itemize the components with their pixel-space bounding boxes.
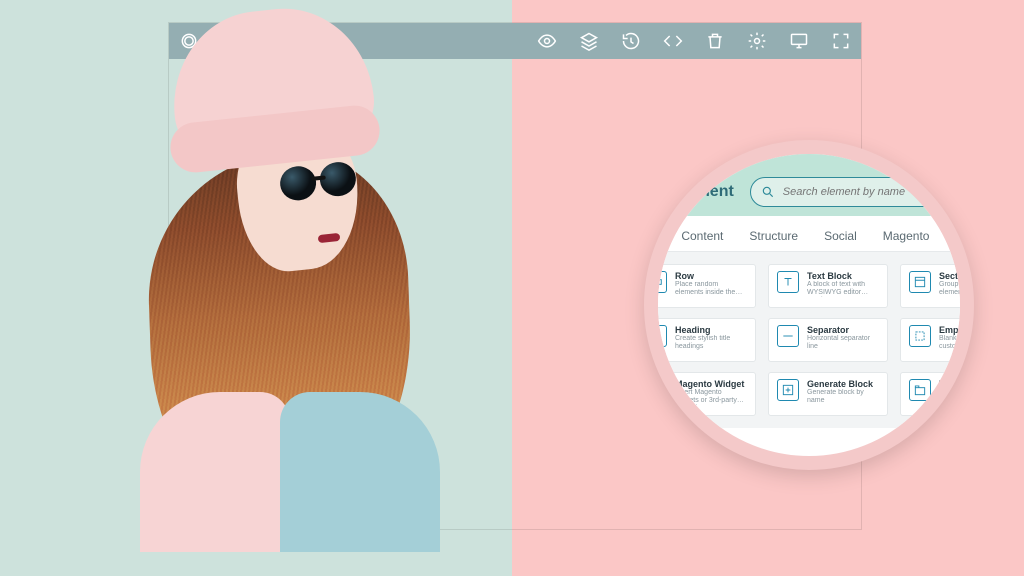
tab-magento[interactable]: Magento [883,229,930,251]
tabs-icon [909,379,931,401]
tab-content[interactable]: Content [681,229,723,251]
card-desc: Place random elements inside the row [675,281,747,297]
card-desc: Horizontal separator line [807,335,879,351]
layers-icon[interactable] [579,31,599,51]
heading-icon [645,325,667,347]
search-icon [761,185,775,199]
panel-title: Add Element [644,183,734,201]
device-icon[interactable] [789,31,809,51]
elements-grid: RowPlace random elements inside the row … [644,252,974,428]
tab-structure[interactable]: Structure [749,229,798,251]
section-icon [909,271,931,293]
card-desc: A block of text with WYSIWYG editor Sect… [807,281,879,297]
card-desc: Create stylish title headings [675,335,747,351]
code-icon[interactable] [663,31,683,51]
hero-image [130,0,450,512]
card-name: Text Block [807,271,879,281]
card-desc: Group multiple elements in section [939,281,974,297]
empty-space-icon [909,325,931,347]
card-name: Separator [807,325,879,335]
card-name: Empty Space [939,325,974,335]
add-element-panel: Add Element All Content Structure Social… [644,154,974,428]
text-icon [777,271,799,293]
element-card[interactable]: Empty SpaceBlank space with custom heigh… [900,318,974,362]
element-card[interactable]: Text BlockA block of text with WYSIWYG e… [768,264,888,308]
element-card[interactable]: SectionGroup multiple elements in sectio… [900,264,974,308]
trash-icon[interactable] [705,31,725,51]
card-name: Generate Block [807,379,879,389]
card-name: Magento Widget [675,379,747,389]
element-card[interactable]: RowPlace random elements inside the row [644,264,756,308]
magnifier-lens: Add Element All Content Structure Social… [644,140,974,470]
element-card[interactable]: Magento WidgetInsert Magento widgets or … [644,372,756,416]
search-field[interactable] [750,177,974,207]
card-name: Row [675,271,747,281]
preview-icon[interactable] [537,31,557,51]
history-icon[interactable] [621,31,641,51]
search-input[interactable] [783,186,974,198]
generate-icon [777,379,799,401]
element-card[interactable]: HeadingCreate stylish title headings [644,318,756,362]
tab-social[interactable]: Social [824,229,857,251]
row-icon [645,271,667,293]
separator-icon [777,325,799,347]
element-card[interactable]: Generate BlockGenerate block by name [768,372,888,416]
panel-tabs: All Content Structure Social Magento [644,216,974,252]
card-desc: Insert Magento widgets or 3rd-party exte… [675,389,747,405]
element-card[interactable]: SeparatorHorizontal separator line [768,318,888,362]
card-name: Section [939,271,974,281]
card-desc: Generate block by name [807,389,879,405]
gear-icon[interactable] [747,31,767,51]
card-name: Heading [675,325,747,335]
fullscreen-icon[interactable] [831,31,851,51]
